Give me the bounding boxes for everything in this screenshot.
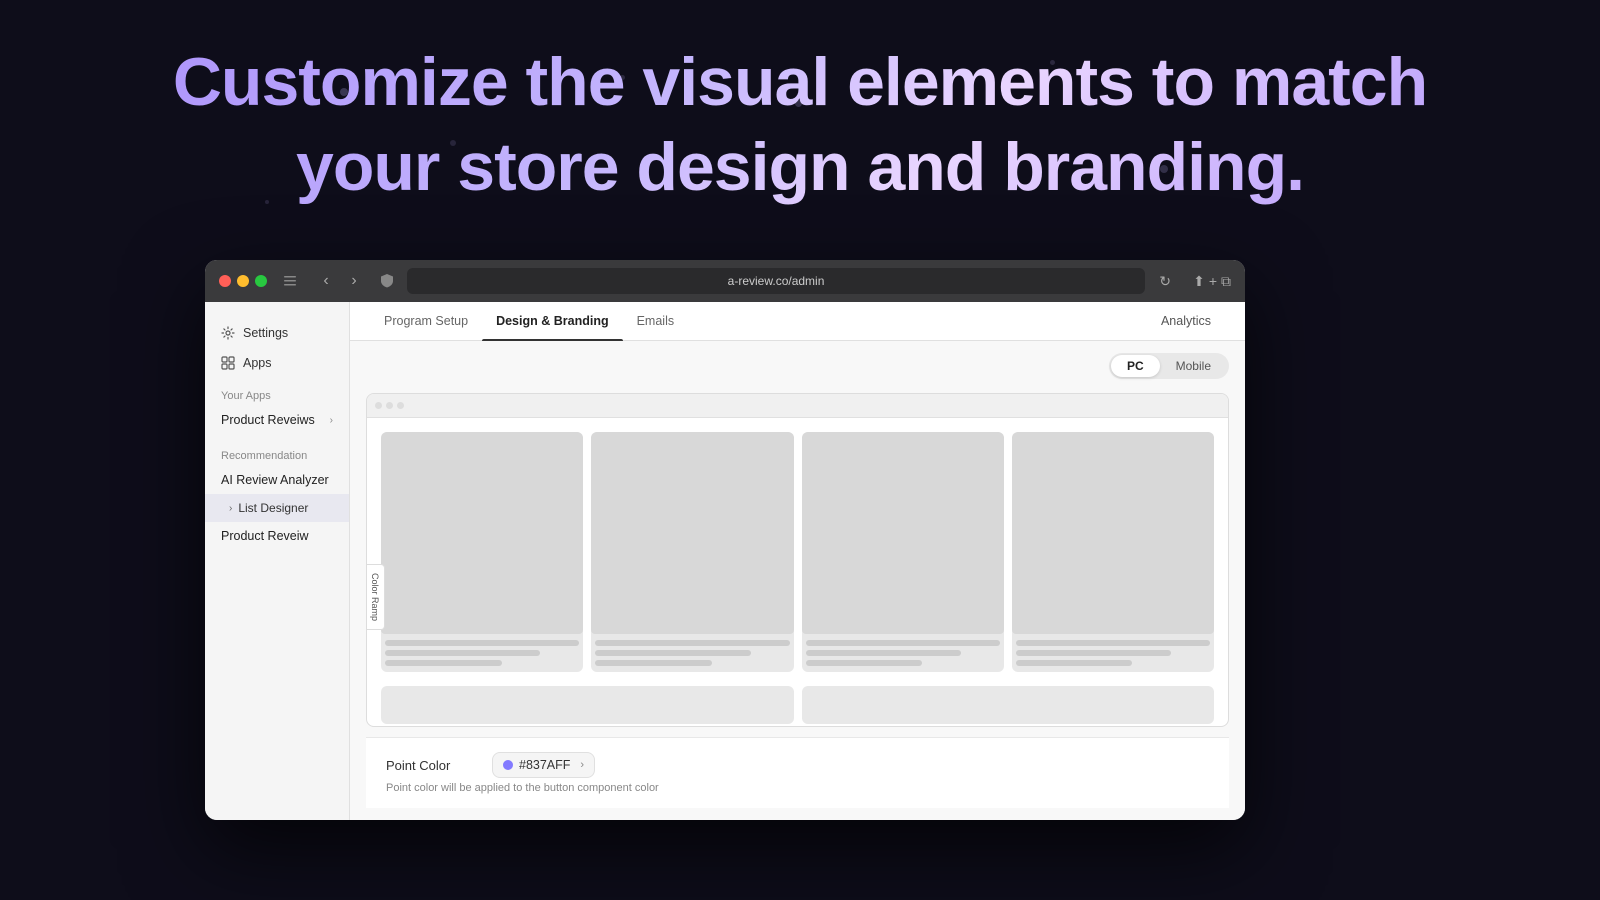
traffic-light-green[interactable]: [255, 275, 267, 287]
tab-design-branding[interactable]: Design & Branding: [482, 302, 623, 340]
sidebar-product-review[interactable]: Product Reveiw: [205, 522, 349, 550]
forward-button[interactable]: ›: [341, 270, 367, 292]
product-card-4: [1012, 432, 1214, 672]
apps-label: Apps: [243, 356, 272, 370]
text-line: [806, 660, 923, 666]
chevron-right-icon: ›: [330, 415, 333, 426]
shield-icon: [377, 271, 397, 291]
text-line: [595, 640, 789, 646]
recommendation-section: Recommendation AI Review Analyzer › List…: [205, 438, 349, 550]
sidebar-item-settings[interactable]: Settings: [205, 318, 349, 348]
color-picker-button[interactable]: #837AFF ›: [492, 752, 595, 778]
text-line: [385, 650, 540, 656]
main-content: Program Setup Design & Branding Emails A…: [350, 302, 1245, 820]
sidebar-list-designer[interactable]: › List Designer: [205, 494, 349, 522]
traffic-light-red[interactable]: [219, 275, 231, 287]
address-bar[interactable]: a-review.co/admin: [407, 268, 1145, 294]
tab-program-setup[interactable]: Program Setup: [370, 302, 482, 340]
tab-analytics[interactable]: Analytics: [1147, 302, 1225, 340]
reload-icon[interactable]: ↻: [1155, 271, 1175, 291]
color-hex-value: #837AFF: [519, 758, 570, 772]
text-line: [595, 650, 750, 656]
mini-dot-3: [397, 402, 404, 409]
recommendation-label: Recommendation: [205, 438, 349, 466]
text-line: [385, 640, 579, 646]
apps-icon: [221, 356, 235, 370]
product-image-4: [1012, 432, 1214, 634]
nav-buttons: ‹ ›: [313, 270, 367, 292]
mini-dot-1: [375, 402, 382, 409]
preview-area: PC Mobile: [350, 341, 1245, 820]
point-color-hint: Point color will be applied to the butto…: [386, 782, 1209, 794]
hero-heading: Customize the visual elements to match y…: [0, 40, 1600, 210]
tab-grid-icon[interactable]: ⧉: [1221, 273, 1231, 290]
color-swatch: [503, 760, 513, 770]
url-text: a-review.co/admin: [728, 274, 825, 288]
text-line: [595, 660, 712, 666]
app-sidebar: Settings Apps Your Apps Product Reveiws …: [205, 302, 350, 820]
product-card-3: [802, 432, 1004, 672]
product-text-2: [591, 634, 793, 672]
point-color-label: Point Color: [386, 758, 476, 773]
text-line: [1016, 640, 1210, 646]
your-apps-label: Your Apps: [205, 378, 349, 406]
tabs-right: Analytics: [1147, 302, 1225, 340]
product-image-1: [381, 432, 583, 634]
sidebar-ai-review[interactable]: AI Review Analyzer: [205, 466, 349, 494]
settings-icon: [221, 326, 235, 340]
product-image-2: [591, 432, 793, 634]
point-color-row: Point Color #837AFF ›: [386, 752, 1209, 778]
color-chevron-icon: ›: [580, 759, 584, 771]
config-area: Point Color #837AFF › Point color will b…: [366, 737, 1229, 808]
product-text-3: [802, 634, 1004, 672]
product-image-3: [802, 432, 1004, 634]
back-button[interactable]: ‹: [313, 270, 339, 292]
browser-action-icons: ⬆ + ⧉: [1193, 273, 1231, 290]
toggle-pc[interactable]: PC: [1111, 355, 1160, 377]
mini-dot-2: [386, 402, 393, 409]
text-line: [1016, 660, 1133, 666]
browser-window: ‹ › a-review.co/admin ↻ ⬆ + ⧉: [205, 260, 1245, 820]
wide-card-2: [802, 686, 1215, 724]
new-tab-icon[interactable]: +: [1209, 273, 1217, 289]
text-line: [1016, 650, 1171, 656]
hero-section: Customize the visual elements to match y…: [0, 40, 1600, 210]
product-text-1: [381, 634, 583, 672]
text-line: [806, 650, 961, 656]
mini-browser-preview: Color Ramp: [366, 393, 1229, 727]
tab-emails[interactable]: Emails: [623, 302, 689, 340]
toggle-mobile[interactable]: Mobile: [1160, 355, 1227, 377]
browser-chrome: ‹ › a-review.co/admin ↻ ⬆ + ⧉: [205, 260, 1245, 302]
product-text-4: [1012, 634, 1214, 672]
text-line: [806, 640, 1000, 646]
browser-body: Settings Apps Your Apps Product Reveiws …: [205, 302, 1245, 820]
sidebar-item-apps[interactable]: Apps: [205, 348, 349, 378]
mini-browser-chrome: [367, 394, 1228, 418]
product-card-1: [381, 432, 583, 672]
product-card-2: [591, 432, 793, 672]
wide-cards-row: [381, 686, 1214, 724]
traffic-light-yellow[interactable]: [237, 275, 249, 287]
wide-card-1: [381, 686, 794, 724]
toggle-group: PC Mobile: [1109, 353, 1229, 379]
color-ramp-tab[interactable]: Color Ramp: [366, 564, 385, 630]
settings-label: Settings: [243, 326, 288, 340]
mini-browser-body: Color Ramp: [367, 418, 1228, 727]
sidebar-toggle-icon[interactable]: [277, 270, 303, 292]
text-line: [385, 660, 502, 666]
device-toggle: PC Mobile: [366, 353, 1229, 379]
product-grid: [381, 432, 1214, 672]
share-icon[interactable]: ⬆: [1193, 273, 1205, 290]
tabs-bar: Program Setup Design & Branding Emails A…: [350, 302, 1245, 341]
sub-chevron-icon: ›: [229, 503, 232, 514]
sidebar-product-reviews[interactable]: Product Reveiws ›: [205, 406, 349, 434]
traffic-lights: [219, 275, 267, 287]
